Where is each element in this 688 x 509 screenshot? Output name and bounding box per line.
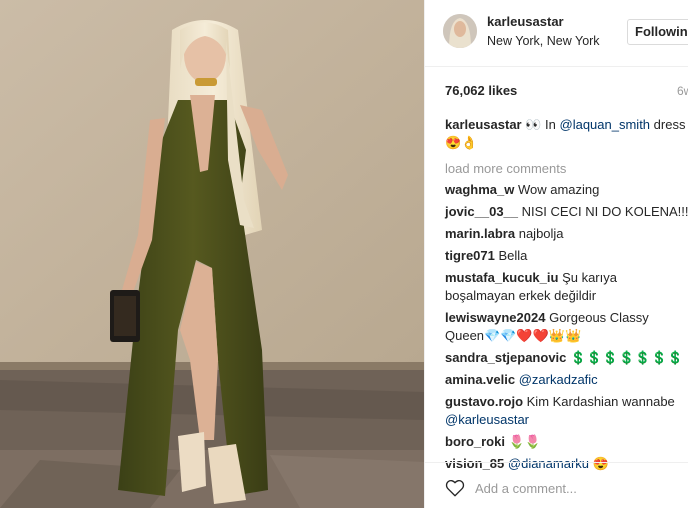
comment-text: najbolja — [518, 226, 564, 241]
comment-item: gustavo.rojo Kim Kardashian wannabe @kar… — [445, 393, 688, 429]
comment-mention[interactable]: @karleusastar — [445, 412, 529, 427]
comment-footer — [425, 462, 688, 509]
comment-item: marin.labra najbolja — [445, 225, 688, 243]
comment-item: sandra_stjepanovic 💲💲💲💲💲💲💲 — [445, 349, 688, 367]
comment-mention[interactable]: @zarkadzafic — [519, 372, 598, 387]
comment-item: tigre071 Bella — [445, 247, 688, 265]
comment-text: NISI CECI NI DO KOLENA!!! — [521, 204, 688, 219]
post-details-panel: karleusastar New York, New York Followin… — [424, 0, 688, 508]
comment-username[interactable]: mustafa_kucuk_iu — [445, 270, 558, 285]
comment-text: Wow amazing — [517, 182, 600, 197]
comment-item: boro_roki 🌷🌷 — [445, 433, 688, 451]
comment-username[interactable]: jovic__03__ — [445, 204, 518, 219]
comment-username[interactable]: sandra_stjepanovic — [445, 350, 566, 365]
comment-item: mustafa_kucuk_iu Şu karıya boşalmayan er… — [445, 269, 688, 305]
comment-username[interactable]: tigre071 — [445, 248, 495, 263]
caption-username[interactable]: karleusastar — [445, 117, 522, 132]
comment-item: jovic__03__ NISI CECI NI DO KOLENA!!! — [445, 203, 688, 221]
comment-item: lewiswayne2024 Gorgeous Classy Queen💎💎❤️… — [445, 309, 688, 345]
post-photo[interactable] — [0, 0, 424, 508]
avatar[interactable] — [443, 14, 477, 48]
heart-outline-icon[interactable] — [445, 479, 465, 502]
comment-text: 🌷🌷 — [508, 434, 541, 449]
caption-text-before: 👀 In — [525, 117, 560, 132]
comment-username[interactable]: lewiswayne2024 — [445, 310, 545, 325]
post-caption: karleusastar 👀 In @laquan_smith dress 😍👌 — [445, 116, 688, 152]
post-location[interactable]: New York, New York — [487, 34, 600, 48]
comment-username[interactable]: waghma_w — [445, 182, 514, 197]
comment-item: amina.velic @zarkadzafic — [445, 371, 688, 389]
comments-list: karleusastar 👀 In @laquan_smith dress 😍👌… — [445, 116, 688, 477]
comment-text: Kim Kardashian wannabe — [526, 394, 675, 409]
comment-item: waghma_w Wow amazing — [445, 181, 688, 199]
following-button[interactable]: Following — [627, 19, 688, 45]
load-more-comments-link[interactable]: load more comments — [445, 160, 688, 178]
avatar-image — [443, 14, 477, 48]
likes-count[interactable]: 76,062 likes — [445, 83, 517, 98]
post-header: karleusastar New York, New York Followin… — [425, 0, 688, 67]
add-comment-input[interactable] — [475, 481, 675, 496]
comment-username[interactable]: marin.labra — [445, 226, 515, 241]
comment-username[interactable]: gustavo.rojo — [445, 394, 523, 409]
comment-text: Bella — [498, 248, 528, 263]
caption-mention[interactable]: @laquan_smith — [560, 117, 651, 132]
post-time[interactable]: 6w — [677, 84, 688, 98]
post-author-username[interactable]: karleusastar — [487, 14, 564, 29]
comment-text: 💲💲💲💲💲💲💲 — [570, 350, 684, 365]
comment-username[interactable]: boro_roki — [445, 434, 505, 449]
post-photo-illustration — [0, 0, 424, 508]
comment-username[interactable]: amina.velic — [445, 372, 515, 387]
